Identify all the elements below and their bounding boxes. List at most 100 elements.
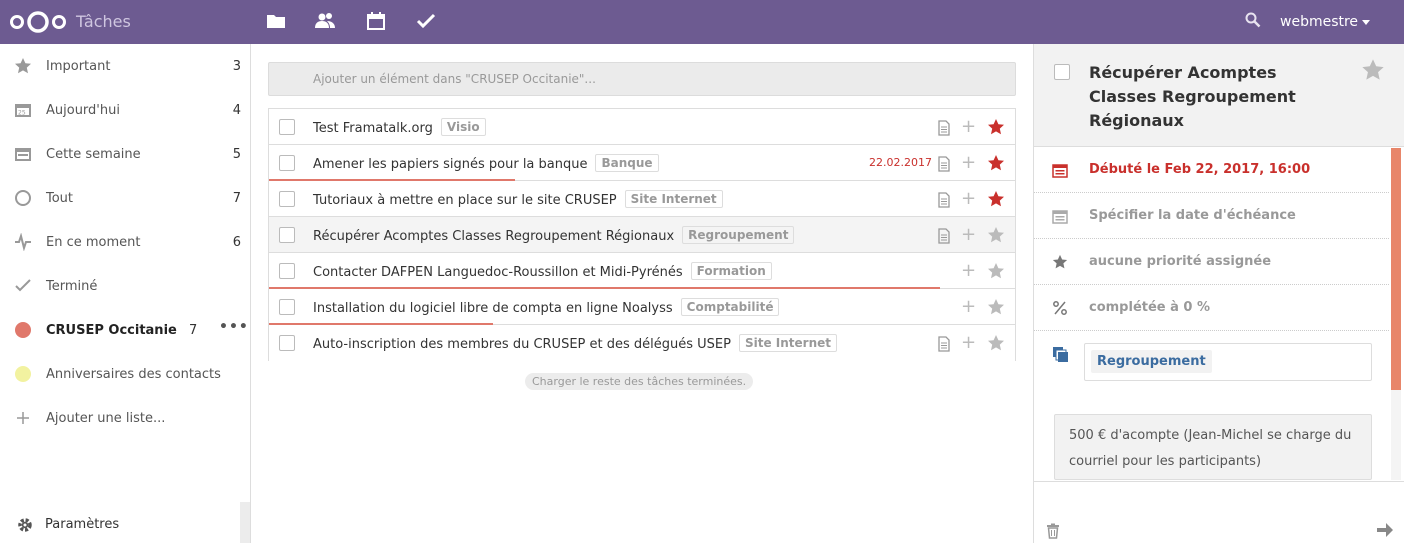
folder-icon[interactable]: [265, 10, 287, 32]
checkmark-icon: [15, 279, 31, 292]
task-checkbox[interactable]: [279, 191, 295, 207]
star-icon[interactable]: [987, 118, 1005, 136]
task-title[interactable]: Contacter DAFPEN Languedoc-Roussillon et…: [313, 262, 772, 281]
task-title[interactable]: Tutoriaux à mettre en place sur le site …: [313, 190, 723, 209]
task-checkbox[interactable]: [279, 335, 295, 351]
task-row[interactable]: Amener les papiers signés pour la banque…: [269, 145, 1015, 182]
plus-icon: [17, 412, 29, 424]
trash-icon[interactable]: [1046, 523, 1060, 539]
star-icon: [1052, 254, 1068, 269]
task-checkbox[interactable]: [279, 155, 295, 171]
sidebar-item-current[interactable]: En ce moment 6: [0, 220, 250, 264]
task-row[interactable]: Installation du logiciel libre de compta…: [269, 289, 1015, 326]
task-row[interactable]: Récupérer Acomptes Classes Regroupement …: [269, 217, 1015, 253]
list-menu-button[interactable]: •••: [219, 319, 249, 335]
task-title[interactable]: Auto-inscription des membres du CRUSEP e…: [313, 334, 837, 353]
add-subtask-icon[interactable]: +: [961, 298, 976, 316]
tasks-checkmark-icon[interactable]: [415, 10, 437, 32]
details-footer: [1034, 481, 1404, 543]
contacts-icon[interactable]: [314, 10, 336, 32]
add-subtask-icon[interactable]: +: [961, 154, 976, 172]
task-checkbox[interactable]: [279, 263, 295, 279]
detail-complete-checkbox[interactable]: [1054, 64, 1070, 80]
svg-text:25: 25: [18, 110, 26, 117]
load-completed-button[interactable]: Charger le reste des tâches terminées.: [525, 373, 754, 390]
details-scrollbar-thumb[interactable]: [1391, 148, 1401, 390]
details-header: Récupérer Acomptes Classes Regroupement …: [1034, 44, 1404, 147]
detail-completion[interactable]: complétée à 0 %: [1034, 285, 1389, 331]
top-bar: Tâches webmestre: [0, 0, 1404, 44]
task-title-text: Amener les papiers signés pour la banque: [313, 157, 588, 172]
task-category-tag: Visio: [440, 118, 486, 136]
note-icon: [938, 192, 950, 208]
star-icon[interactable]: [987, 226, 1005, 244]
star-icon[interactable]: [987, 190, 1005, 208]
calendar-icon: [1052, 164, 1068, 178]
arrow-right-icon[interactable]: [1376, 522, 1394, 538]
category-chip[interactable]: Regroupement: [1091, 350, 1212, 373]
task-checkbox[interactable]: [279, 299, 295, 315]
sidebar-scrollbar[interactable]: [240, 502, 250, 543]
add-list-button[interactable]: Ajouter une liste...: [0, 396, 250, 440]
task-details-panel: Récupérer Acomptes Classes Regroupement …: [1033, 44, 1404, 543]
task-note[interactable]: 500 € d'acompte (Jean-Michel se charge d…: [1054, 414, 1372, 480]
sidebar-item-week[interactable]: Cette semaine 5: [0, 132, 250, 176]
star-icon[interactable]: [1361, 58, 1385, 82]
calendar-today-icon: 25: [15, 104, 31, 117]
task-title-text: Tutoriaux à mettre en place sur le site …: [313, 193, 617, 208]
sidebar-item-completed[interactable]: Terminé: [0, 264, 250, 308]
add-subtask-icon[interactable]: +: [961, 334, 976, 352]
note-icon: [938, 156, 950, 172]
detail-priority[interactable]: aucune priorité assignée: [1034, 239, 1389, 285]
task-title-text: Récupérer Acomptes Classes Regroupement …: [313, 229, 675, 244]
search-icon[interactable]: [1245, 12, 1261, 28]
star-icon[interactable]: [987, 334, 1005, 352]
star-icon[interactable]: [987, 262, 1005, 280]
note-icon: [938, 120, 950, 136]
star-icon[interactable]: [987, 298, 1005, 316]
task-category-tag: Regroupement: [682, 226, 795, 244]
task-category-tag: Banque: [595, 154, 659, 172]
task-title-text: Installation du logiciel libre de compta…: [313, 301, 673, 316]
task-main: Test Framatalk.org Visio + Amener les papie…: [251, 44, 1033, 543]
list-color-dot: [15, 366, 31, 382]
add-task-input[interactable]: [268, 62, 1016, 96]
circle-icon: [15, 190, 31, 206]
detail-due-date[interactable]: Spécifier la date d'échéance: [1034, 193, 1389, 239]
detail-start-date[interactable]: Débuté le Feb 22, 2017, 16:00: [1034, 147, 1389, 193]
calendar-week-icon: [15, 148, 31, 161]
add-subtask-icon[interactable]: +: [961, 226, 976, 244]
sidebar-item-important[interactable]: Important 3: [0, 44, 250, 88]
task-checkbox[interactable]: [279, 119, 295, 135]
nextcloud-logo-icon[interactable]: [9, 10, 67, 34]
task-due-date: 22.02.2017: [869, 156, 932, 169]
add-subtask-icon[interactable]: +: [961, 190, 976, 208]
app-name: Tâches: [76, 12, 131, 31]
categories-icon: [1053, 347, 1068, 362]
sidebar-list-birthdays[interactable]: Anniversaires des contacts: [0, 352, 250, 396]
task-row[interactable]: Contacter DAFPEN Languedoc-Roussillon et…: [269, 253, 1015, 290]
detail-title[interactable]: Récupérer Acomptes Classes Regroupement …: [1089, 61, 1349, 133]
add-subtask-icon[interactable]: +: [961, 118, 976, 136]
calendar-icon[interactable]: [365, 10, 387, 32]
task-title[interactable]: Amener les papiers signés pour la banque…: [313, 154, 659, 173]
details-scrollbar-track[interactable]: [1391, 390, 1401, 480]
task-row[interactable]: Test Framatalk.org Visio +: [269, 109, 1015, 145]
sidebar-list-crusep[interactable]: CRUSEP Occitanie 7 •••: [0, 308, 250, 352]
task-checkbox[interactable]: [279, 227, 295, 243]
task-row[interactable]: Tutoriaux à mettre en place sur le site …: [269, 181, 1015, 217]
task-list: Test Framatalk.org Visio + Amener les papie…: [268, 108, 1016, 361]
sidebar-item-today[interactable]: 25 Aujourd'hui 4: [0, 88, 250, 132]
task-title[interactable]: Test Framatalk.org Visio: [313, 118, 486, 137]
task-title[interactable]: Récupérer Acomptes Classes Regroupement …: [313, 226, 795, 245]
sidebar-item-all[interactable]: Tout 7: [0, 176, 250, 220]
task-title-text: Contacter DAFPEN Languedoc-Roussillon et…: [313, 265, 683, 280]
category-select[interactable]: Regroupement: [1084, 343, 1372, 381]
chevron-down-icon[interactable]: [1362, 20, 1370, 25]
star-icon[interactable]: [987, 154, 1005, 172]
user-menu[interactable]: webmestre: [1280, 14, 1358, 30]
add-subtask-icon[interactable]: +: [961, 262, 976, 280]
settings-button[interactable]: Paramètres: [0, 507, 240, 543]
task-row[interactable]: Auto-inscription des membres du CRUSEP e…: [269, 325, 1015, 361]
task-title[interactable]: Installation du logiciel libre de compta…: [313, 298, 780, 317]
